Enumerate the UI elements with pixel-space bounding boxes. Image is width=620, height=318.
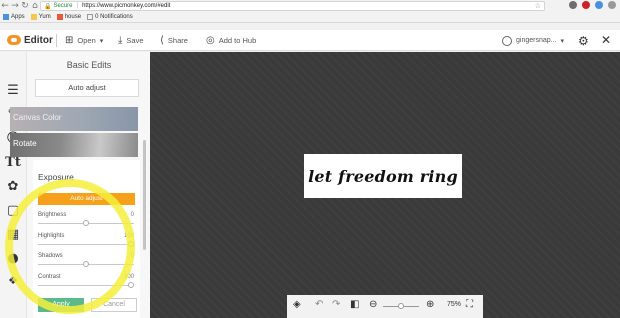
share-button[interactable]: ⟨ Share: [160, 30, 188, 51]
apple-icon[interactable]: ●: [4, 249, 22, 267]
compare-icon[interactable]: ◧: [350, 299, 359, 310]
user-icon: [502, 35, 512, 46]
hub-icon: ◎: [206, 35, 215, 46]
bookmark-label: house: [64, 13, 82, 20]
house-icon: [56, 13, 63, 20]
reload-icon[interactable]: ↻: [20, 0, 30, 11]
bookmark-label: Yum: [38, 13, 51, 20]
slider-value: 0: [130, 253, 134, 259]
bookmark-notifications[interactable]: 0 Notifications: [87, 13, 133, 20]
zoom-knob[interactable]: [398, 303, 404, 309]
add-to-hub-button[interactable]: ◎ Add to Hub: [206, 30, 256, 51]
slider-value: 100: [123, 233, 134, 239]
exposure-auto-adjust-button[interactable]: Auto adjust: [38, 193, 135, 205]
apply-button[interactable]: Apply: [38, 298, 84, 312]
chevron-down-icon: ▾: [560, 37, 564, 45]
hub-label: Add to Hub: [218, 36, 257, 45]
butterfly-icon[interactable]: ✿: [4, 177, 22, 195]
slider-value: 100: [123, 274, 134, 280]
slider-label: Highlights: [38, 233, 65, 239]
themes-icon[interactable]: ❖: [4, 271, 22, 289]
canvas-color-tile[interactable]: Canvas Color: [10, 107, 138, 131]
zoom-out-icon[interactable]: ⊖: [369, 299, 377, 310]
bookmark-label: Apps: [11, 13, 25, 20]
bookmark-apps[interactable]: Apps: [3, 13, 25, 20]
bookmark-house[interactable]: house: [56, 13, 82, 20]
user-menu[interactable]: gingersnap... ▾: [502, 30, 564, 51]
sliders-icon[interactable]: ☰: [4, 81, 22, 99]
bookmark-yum[interactable]: Yum: [30, 13, 51, 20]
apps-icon: [3, 13, 9, 20]
artwork-text: let freedom ring: [308, 166, 458, 186]
open-button[interactable]: ⊞ Open ▾: [65, 30, 103, 51]
zoom-in-icon[interactable]: ⊕: [426, 299, 434, 310]
cancel-button[interactable]: Cancel: [91, 298, 137, 312]
url-prefix: https://: [82, 3, 101, 9]
layers-icon[interactable]: ◈: [293, 299, 301, 310]
app-name: Editor: [24, 34, 53, 46]
slider-track: [38, 285, 134, 286]
picmonkey-logo-icon: [7, 35, 21, 45]
url-field[interactable]: 🔒 Secure | https://www.picmonkey.com/#ed…: [40, 1, 545, 11]
extension-icon[interactable]: [569, 1, 577, 9]
rotate-tile[interactable]: Rotate: [10, 133, 138, 157]
slider-label: Brightness: [38, 212, 67, 218]
slider-knob[interactable]: [83, 220, 89, 226]
url-separator: |: [76, 3, 79, 9]
frame-icon[interactable]: ▢: [4, 201, 22, 219]
panel-title: Basic Edits: [66, 60, 112, 70]
share-label: Share: [167, 36, 188, 45]
slider-knob[interactable]: [128, 282, 134, 288]
canvas-bottom-toolbar: ◈ ↶ ↷ ◧ ⊖ ⊕ 75% ⛶: [287, 295, 483, 318]
slider-label: Contrast: [38, 274, 61, 280]
editor-logo[interactable]: Editor: [7, 35, 53, 46]
zoom-value: 75%: [447, 301, 462, 308]
folder-icon: [30, 13, 37, 20]
auto-adjust-button[interactable]: Auto adjust: [35, 79, 139, 97]
artwork-image[interactable]: let freedom ring: [304, 154, 462, 198]
slider-knob[interactable]: [83, 261, 89, 267]
slider-track: [38, 244, 134, 245]
redo-icon[interactable]: ↷: [332, 299, 340, 310]
browser-address-bar: ← → ↻ ⌂ 🔒 Secure | https://www.picmonkey…: [0, 0, 620, 11]
pinterest-icon[interactable]: [582, 1, 590, 9]
fullscreen-icon[interactable]: ⛶: [466, 299, 473, 310]
tool-rail: ☰ ✎ ☺ Tt ✿ ▢ ▦ ● ❖: [0, 52, 26, 318]
slider-knob[interactable]: [128, 241, 134, 247]
forward-icon[interactable]: →: [10, 0, 20, 11]
bookmark-label: 0 Notifications: [95, 13, 133, 20]
undo-icon[interactable]: ↶: [315, 299, 323, 310]
gear-icon[interactable]: ⚙: [578, 34, 589, 48]
open-icon: ⊞: [65, 35, 74, 46]
bookmarks-bar: Apps Yum house 0 Notifications: [0, 11, 620, 23]
save-icon: ⤓: [118, 35, 123, 46]
exposure-section: Exposure Auto adjust Brightness 0 Highli…: [33, 160, 140, 318]
extension-icons: [569, 1, 616, 9]
page-icon: [87, 13, 94, 20]
lock-icon: 🔒: [44, 3, 52, 10]
user-label: gingersnap...: [516, 37, 557, 44]
secure-label: Secure: [53, 3, 73, 9]
save-label: Save: [126, 36, 144, 45]
toolbar-divider: [56, 34, 57, 47]
menu-icon[interactable]: [608, 1, 616, 9]
close-icon[interactable]: ✕: [601, 33, 611, 47]
exposure-title: Exposure: [38, 172, 74, 182]
bookmark-star-icon[interactable]: ☆: [535, 2, 541, 10]
slider-value: 0: [130, 212, 134, 218]
back-icon[interactable]: ←: [0, 0, 10, 11]
home-icon[interactable]: ⌂: [30, 0, 40, 11]
share-icon: ⟨: [160, 35, 164, 46]
chevron-down-icon: ▾: [99, 37, 104, 45]
texture-icon[interactable]: ▦: [4, 225, 22, 243]
panel-scrollbar[interactable]: [143, 140, 146, 250]
open-label: Open: [77, 36, 96, 45]
slider-label: Shadows: [38, 253, 63, 259]
app-toolbar: Editor ⊞ Open ▾ ⤓ Save ⟨ Share ◎ Add to …: [0, 30, 620, 51]
extension-icon[interactable]: [595, 1, 603, 9]
save-button[interactable]: ⤓ Save: [118, 30, 144, 51]
url-text: www.picmonkey.com/#edit: [100, 3, 171, 9]
